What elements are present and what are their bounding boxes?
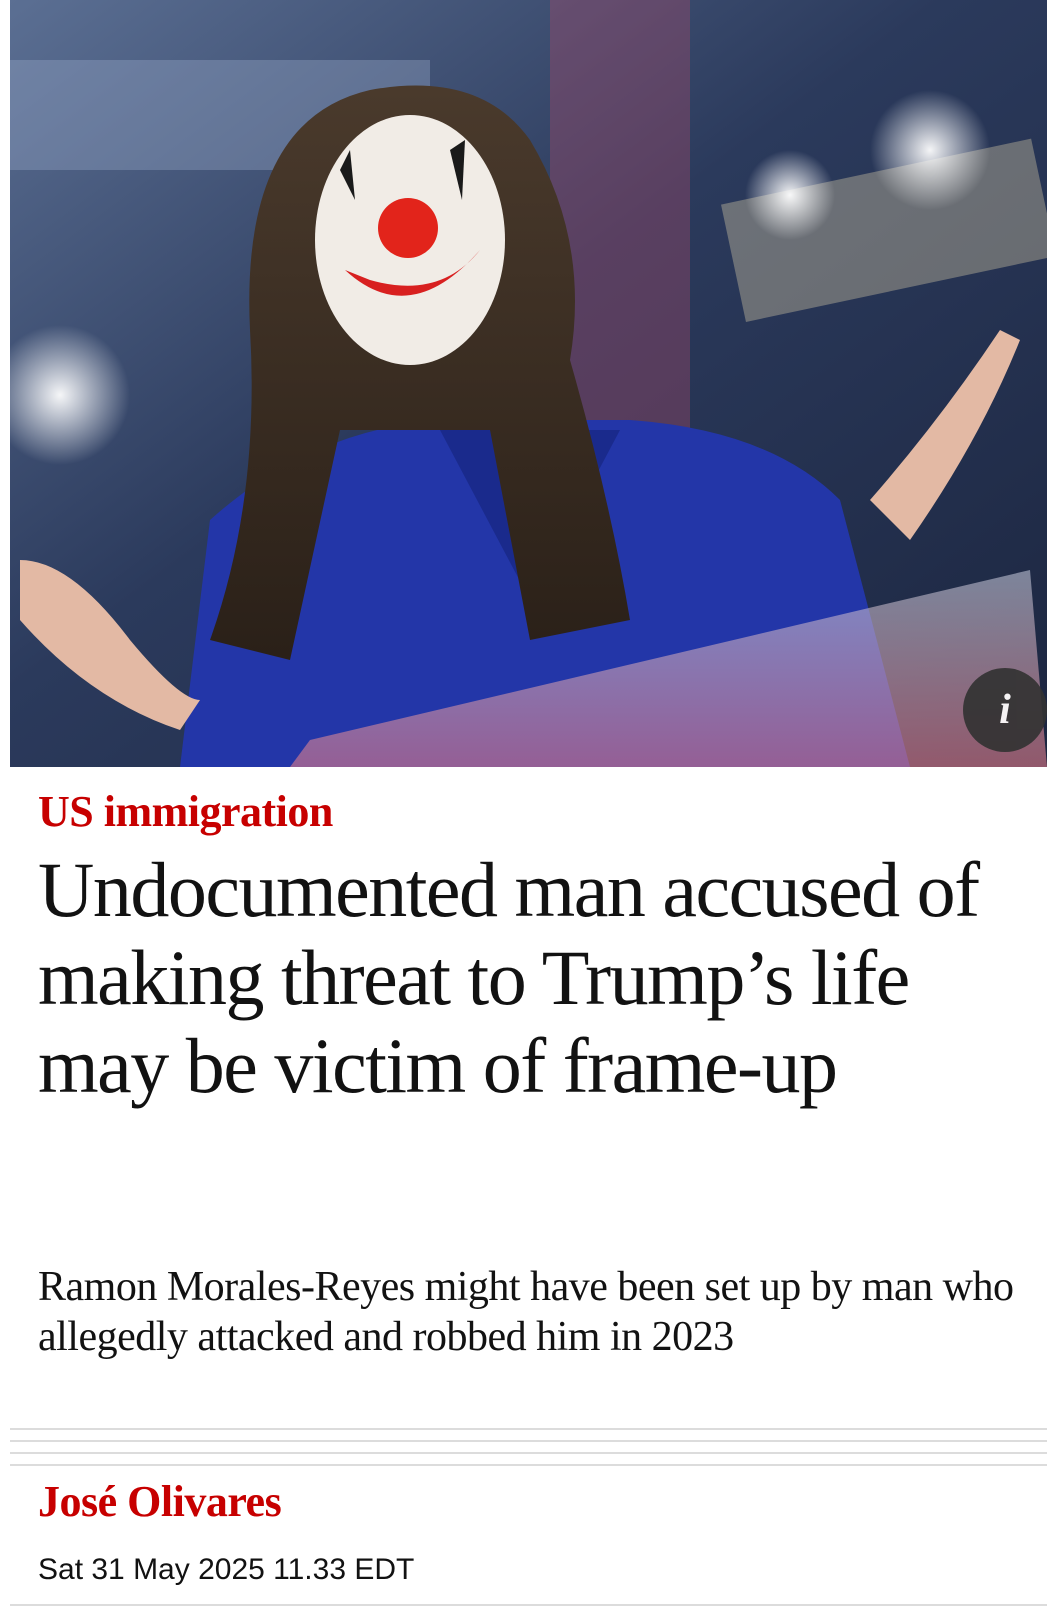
image-info-button[interactable]: i	[963, 668, 1047, 752]
divider-line	[10, 1464, 1047, 1466]
hero-image: i	[10, 0, 1047, 767]
divider-line	[10, 1428, 1047, 1430]
bottom-divider	[10, 1604, 1047, 1606]
author-byline[interactable]: José Olivares	[38, 1476, 282, 1527]
byline-divider	[10, 1428, 1047, 1468]
section-kicker[interactable]: US immigration	[38, 786, 333, 837]
article-standfirst: Ramon Morales-Reyes might have been set …	[38, 1264, 1014, 1360]
divider-line	[10, 1440, 1047, 1442]
info-icon: i	[999, 687, 1011, 733]
divider-line	[10, 1452, 1047, 1454]
publish-date: Sat 31 May 2025 11.33 EDT	[38, 1553, 415, 1586]
article-headline: Undocumented man accused of making threa…	[38, 846, 980, 1109]
hero-photo	[10, 0, 1047, 767]
